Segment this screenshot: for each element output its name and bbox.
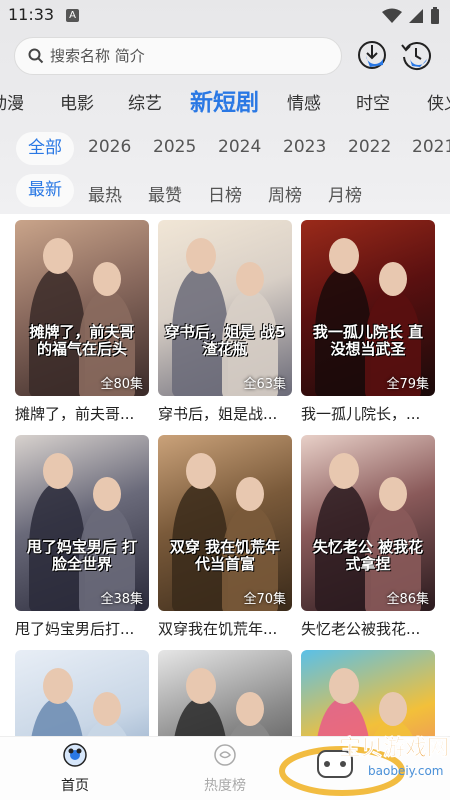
drama-card[interactable]: 我一孤儿院长 直没想当武圣全79集我一孤儿院长，... [301,220,435,424]
drama-poster[interactable]: 甩了妈宝男后 打脸全世界全38集 [15,435,149,611]
category-tab[interactable]: 侠义 [427,89,450,114]
year-option[interactable]: 2022 [348,137,391,157]
drama-card[interactable]: 双穿 我在饥荒年 代当首富全70集双穿我在饥荒年... [158,435,292,639]
year-option[interactable]: 2023 [283,137,326,157]
drama-card[interactable]: 摊牌了，前夫哥 的福气在后头全80集摊牌了，前夫哥... [15,220,149,424]
drama-poster[interactable]: 双穿 我在饥荒年 代当首富全70集 [158,435,292,611]
nav-hot-rank-label: 热度榜 [204,778,246,794]
nav-hot-rank[interactable]: 热度榜 [185,743,265,795]
drama-title[interactable]: 我一孤儿院长，... [301,403,435,424]
home-icon [63,743,87,767]
poster-face [236,692,264,726]
drama-title[interactable]: 双穿我在饥荒年... [158,618,292,639]
episode-count: 全63集 [243,377,286,392]
poster-face [43,453,73,489]
status-icons [382,7,440,25]
drama-card[interactable]: 穿书后，姐是 战5渣花瓶全63集穿书后，姐是战... [158,220,292,424]
drama-poster[interactable]: 失忆老公 被我花式拿捏全86集 [301,435,435,611]
category-tab[interactable]: 情感 [287,89,321,114]
wifi-icon [382,8,402,23]
status-bar: 11:33 A [0,0,450,32]
category-tab[interactable]: 电影 [60,89,94,114]
poster-face [329,668,359,704]
poster-face [329,238,359,274]
episode-count: 全79集 [386,377,429,392]
sort-option[interactable]: 月榜 [328,181,362,206]
search-input[interactable] [50,47,310,65]
year-option[interactable]: 2021 [412,137,450,157]
year-option[interactable]: 2024 [218,137,261,157]
drama-card[interactable]: 失忆老公 被我花式拿捏全86集失忆老公被我花... [301,435,435,639]
poster-title-art: 双穿 我在饥荒年 代当首富 [169,538,281,574]
category-tab[interactable]: 新短剧 [190,83,259,117]
drama-poster[interactable]: 穿书后，姐是 战5渣花瓶全63集 [158,220,292,396]
history-icon[interactable] [400,39,432,71]
drama-title[interactable]: 穿书后，姐是战... [158,403,292,424]
poster-face [329,453,359,489]
nav-home-label: 首页 [61,778,89,794]
sort-filter: 最新 最热 最赞 日榜 周榜 月榜 [0,174,450,210]
top-area: 11:33 A 动漫 电影 综艺 新短剧 情感 时空 侠义 全部 2026 2025 2024 20… [0,0,450,214]
drama-title[interactable]: 失忆老公被我花... [301,618,435,639]
poster-title-art: 摊牌了，前夫哥 的福气在后头 [29,323,135,359]
year-filter: 全部 2026 2025 2024 2023 2022 2021 [0,130,450,170]
watermark-logo: 宝贝游戏网 baobeiy.com [279,735,448,796]
battery-icon [431,7,439,24]
search-icon [28,48,44,64]
poster-face [186,238,216,274]
notification-icon: A [66,9,79,22]
category-tab[interactable]: 动漫 [0,89,24,114]
sort-option[interactable]: 最热 [88,181,122,206]
drama-card[interactable]: 甩了妈宝男后 打脸全世界全38集甩了妈宝男后打... [15,435,149,639]
nav-home[interactable]: 首页 [35,743,115,795]
poster-face [43,238,73,274]
svg-text:宝贝游戏网: 宝贝游戏网 [339,735,448,761]
sort-option[interactable]: 周榜 [268,181,302,206]
drama-poster[interactable]: 摊牌了，前夫哥 的福气在后头全80集 [15,220,149,396]
sort-option[interactable]: 日榜 [208,181,242,206]
episode-count: 全86集 [386,592,429,607]
poster-face [93,692,121,726]
episode-count: 全80集 [100,377,143,392]
category-tab[interactable]: 时空 [356,89,390,114]
svg-text:baobeiy.com: baobeiy.com [368,764,443,778]
year-option[interactable]: 2025 [153,137,196,157]
sort-option[interactable]: 最赞 [148,181,182,206]
poster-face [43,668,73,704]
year-option[interactable]: 2026 [88,137,131,157]
drama-poster[interactable]: 我一孤儿院长 直没想当武圣全79集 [301,220,435,396]
episode-count: 全38集 [100,592,143,607]
poster-title-art: 我一孤儿院长 直没想当武圣 [312,323,424,359]
poster-face [186,453,216,489]
drama-title[interactable]: 摊牌了，前夫哥... [15,403,149,424]
poster-face [379,692,407,726]
sort-option[interactable]: 最新 [16,174,74,207]
search-bar[interactable] [14,37,342,75]
poster-face [379,262,407,296]
drama-title[interactable]: 甩了妈宝男后打... [15,618,149,639]
signal-icon [409,9,423,23]
poster-title-art: 甩了妈宝男后 打脸全世界 [26,538,138,574]
hot-rank-icon [214,744,236,766]
episode-count: 全70集 [243,592,286,607]
poster-face [379,477,407,511]
status-time: 11:33 [8,5,55,24]
poster-face [236,477,264,511]
category-tab[interactable]: 综艺 [128,89,162,114]
poster-face [93,262,121,296]
poster-title-art: 失忆老公 被我花式拿捏 [312,538,424,574]
poster-face [236,262,264,296]
year-option[interactable]: 全部 [16,132,74,165]
poster-title-art: 穿书后，姐是 战5渣花瓶 [164,323,286,359]
poster-face [93,477,121,511]
poster-face [186,668,216,704]
category-tabs: 动漫 电影 综艺 新短剧 情感 时空 侠义 [0,80,450,120]
download-icon[interactable] [356,39,388,71]
